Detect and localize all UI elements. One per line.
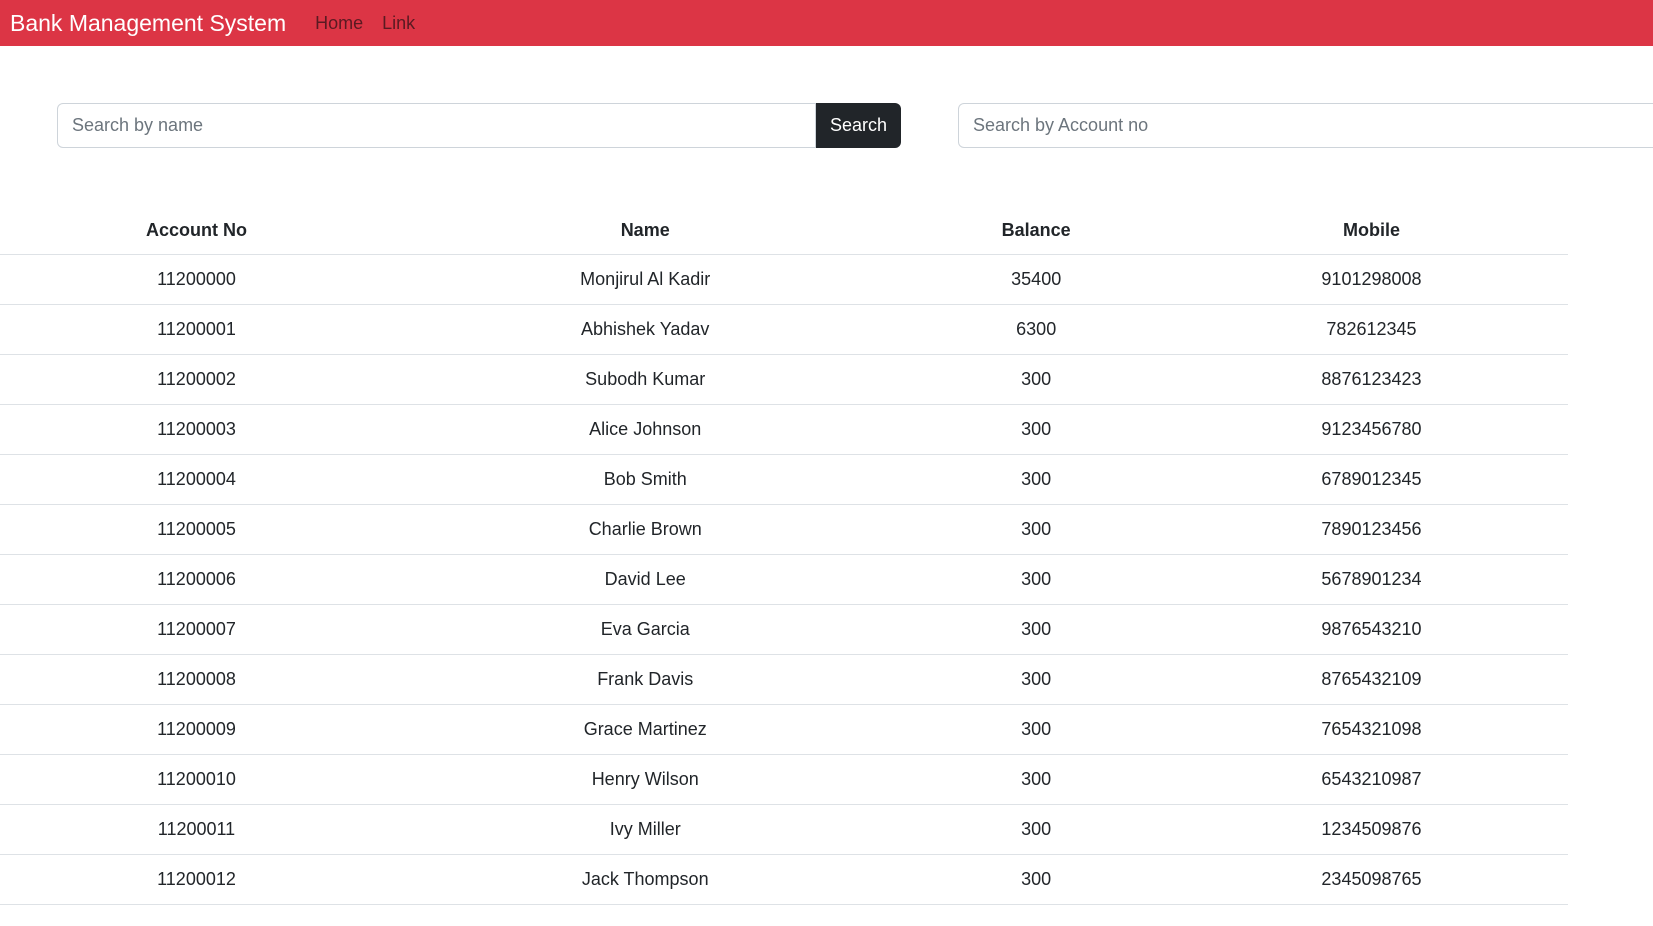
cell-account-no: 11200010 <box>0 754 393 805</box>
cell-mobile: 6789012345 <box>1174 454 1568 505</box>
cell-account-no: 11200005 <box>0 504 393 555</box>
cell-account-no: 11200004 <box>0 454 393 505</box>
cell-mobile: 7890123456 <box>1174 504 1568 555</box>
cell-balance: 300 <box>897 754 1175 805</box>
cell-mobile: 7654321098 <box>1174 704 1568 755</box>
table-body: 11200000 Monjirul Al Kadir 35400 9101298008… <box>0 254 1568 905</box>
cell-name: Bob Smith <box>393 454 898 505</box>
cell-name: Jack Thompson <box>393 854 898 905</box>
table-row[interactable]: 11200002 Subodh Kumar 300 8876123423 <box>0 354 1568 405</box>
cell-balance: 6300 <box>897 304 1175 355</box>
cell-balance: 300 <box>897 854 1175 905</box>
search-by-name-group: Search <box>57 103 901 148</box>
cell-name: Ivy Miller <box>393 804 898 855</box>
search-by-account-group <box>958 103 1653 148</box>
cell-mobile: 9123456780 <box>1174 404 1568 455</box>
column-header-name: Name <box>393 207 898 255</box>
cell-balance: 300 <box>897 454 1175 505</box>
column-header-account-no: Account No <box>0 207 393 255</box>
cell-balance: 300 <box>897 404 1175 455</box>
cell-account-no: 11200003 <box>0 404 393 455</box>
brand-title[interactable]: Bank Management System <box>10 10 286 37</box>
cell-name: Frank Davis <box>393 654 898 705</box>
cell-name: Monjirul Al Kadir <box>393 254 898 305</box>
cell-account-no: 11200006 <box>0 554 393 605</box>
table-row[interactable]: 11200005 Charlie Brown 300 7890123456 <box>0 504 1568 555</box>
accounts-table-container: Account No Name Balance Mobile 11200000 M… <box>0 207 1568 905</box>
cell-name: Charlie Brown <box>393 504 898 555</box>
cell-name: David Lee <box>393 554 898 605</box>
column-header-mobile: Mobile <box>1174 207 1568 255</box>
table-row[interactable]: 11200004 Bob Smith 300 6789012345 <box>0 454 1568 505</box>
cell-mobile: 8765432109 <box>1174 654 1568 705</box>
table-row[interactable]: 11200007 Eva Garcia 300 9876543210 <box>0 604 1568 655</box>
table-row[interactable]: 11200012 Jack Thompson 300 2345098765 <box>0 854 1568 905</box>
cell-account-no: 11200012 <box>0 854 393 905</box>
cell-balance: 300 <box>897 354 1175 405</box>
search-name-input[interactable] <box>57 103 816 148</box>
cell-name: Abhishek Yadav <box>393 304 898 355</box>
cell-name: Henry Wilson <box>393 754 898 805</box>
cell-account-no: 11200002 <box>0 354 393 405</box>
column-header-balance: Balance <box>897 207 1175 255</box>
cell-mobile: 2345098765 <box>1174 854 1568 905</box>
table-row[interactable]: 11200010 Henry Wilson 300 6543210987 <box>0 754 1568 805</box>
table-row[interactable]: 11200001 Abhishek Yadav 6300 782612345 <box>0 304 1568 355</box>
table-row[interactable]: 11200000 Monjirul Al Kadir 35400 9101298008 <box>0 254 1568 305</box>
cell-mobile: 9101298008 <box>1174 254 1568 305</box>
cell-balance: 300 <box>897 704 1175 755</box>
nav-link-home[interactable]: Home <box>315 13 363 34</box>
table-header-row: Account No Name Balance Mobile <box>0 207 1568 255</box>
nav-link-link[interactable]: Link <box>382 13 415 34</box>
cell-name: Eva Garcia <box>393 604 898 655</box>
cell-account-no: 11200000 <box>0 254 393 305</box>
accounts-table: Account No Name Balance Mobile 11200000 M… <box>0 207 1568 905</box>
cell-name: Subodh Kumar <box>393 354 898 405</box>
top-navbar: Bank Management System Home Link <box>0 0 1653 46</box>
cell-account-no: 11200011 <box>0 804 393 855</box>
table-row[interactable]: 11200009 Grace Martinez 300 7654321098 <box>0 704 1568 755</box>
cell-mobile: 8876123423 <box>1174 354 1568 405</box>
cell-balance: 300 <box>897 654 1175 705</box>
cell-mobile: 9876543210 <box>1174 604 1568 655</box>
cell-mobile: 1234509876 <box>1174 804 1568 855</box>
cell-account-no: 11200001 <box>0 304 393 355</box>
table-row[interactable]: 11200011 Ivy Miller 300 1234509876 <box>0 804 1568 855</box>
table-row[interactable]: 11200003 Alice Johnson 300 9123456780 <box>0 404 1568 455</box>
cell-name: Grace Martinez <box>393 704 898 755</box>
table-row[interactable]: 11200008 Frank Davis 300 8765432109 <box>0 654 1568 705</box>
cell-account-no: 11200007 <box>0 604 393 655</box>
cell-balance: 300 <box>897 554 1175 605</box>
cell-balance: 300 <box>897 804 1175 855</box>
cell-balance: 300 <box>897 604 1175 655</box>
cell-balance: 300 <box>897 504 1175 555</box>
cell-account-no: 11200009 <box>0 704 393 755</box>
cell-mobile: 782612345 <box>1174 304 1568 355</box>
table-row[interactable]: 11200006 David Lee 300 5678901234 <box>0 554 1568 605</box>
cell-name: Alice Johnson <box>393 404 898 455</box>
cell-account-no: 11200008 <box>0 654 393 705</box>
search-button[interactable]: Search <box>816 103 901 148</box>
cell-balance: 35400 <box>897 254 1175 305</box>
search-account-input[interactable] <box>958 103 1653 148</box>
cell-mobile: 6543210987 <box>1174 754 1568 805</box>
cell-mobile: 5678901234 <box>1174 554 1568 605</box>
